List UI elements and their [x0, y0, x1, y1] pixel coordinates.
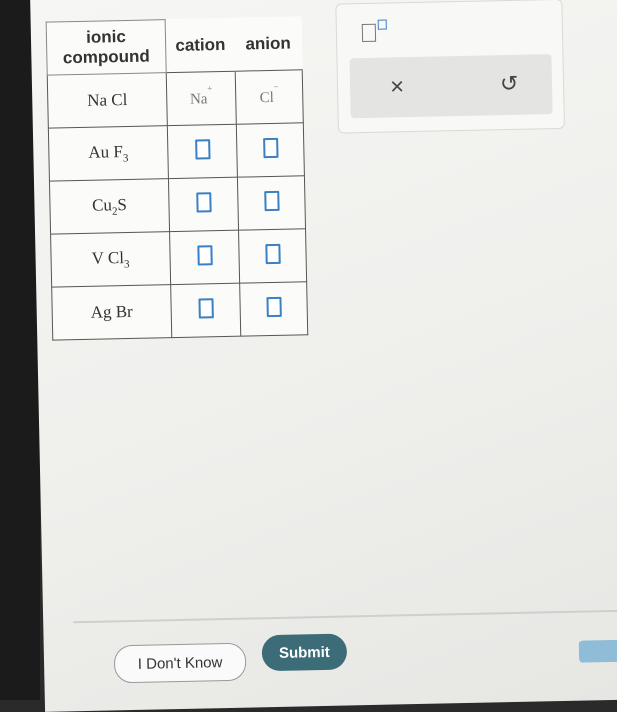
header-anion: anion — [234, 16, 303, 72]
ions-table: ionic compound cation anion Na Cl Na+ Cl− A… — [45, 16, 309, 341]
anion-input-box[interactable] — [263, 190, 280, 211]
anion-cell[interactable] — [237, 175, 306, 231]
compound-formula: Ag Br — [90, 301, 133, 322]
dont-know-button[interactable]: I Don't Know — [113, 642, 247, 684]
anion-cell[interactable] — [236, 122, 305, 178]
compound-cell: V Cl3 — [50, 231, 171, 288]
clear-icon[interactable]: × — [390, 73, 405, 101]
superscript-box-icon[interactable] — [361, 19, 387, 47]
anion-input-box[interactable] — [265, 296, 282, 317]
divider — [73, 609, 617, 624]
cation-input-box[interactable] — [196, 244, 213, 266]
header-compound-line1: ionic — [85, 27, 126, 47]
cation-cell[interactable] — [168, 177, 239, 232]
header-ionic-compound: ionic compound — [46, 19, 167, 76]
compound-formula: V Cl3 — [91, 247, 130, 271]
toolbar-actions: × ↺ — [349, 54, 553, 119]
screen: ionic compound cation anion Na Cl Na+ Cl− A… — [30, 0, 617, 712]
table-row: Na Cl Na+ Cl− — [47, 69, 304, 129]
undo-icon[interactable]: ↺ — [500, 71, 519, 97]
table-row: V Cl3 — [50, 228, 307, 288]
cation-cell[interactable] — [170, 283, 241, 338]
table-row: Au F3 — [48, 122, 305, 182]
table-row: Cu2S — [49, 175, 306, 235]
submit-button[interactable]: Submit — [261, 633, 348, 672]
cation-cell[interactable] — [167, 124, 238, 179]
header-cation: cation — [165, 18, 236, 73]
cation-input-box[interactable] — [194, 138, 211, 160]
cation-cell: Na+ — [166, 71, 237, 126]
anion-input-box[interactable] — [264, 243, 281, 264]
compound-formula: Au F3 — [88, 141, 129, 165]
anion-cell: Cl− — [235, 69, 304, 125]
cation-input-box[interactable] — [197, 297, 214, 319]
side-strip — [578, 638, 617, 663]
cation-value: Na+ — [189, 82, 213, 108]
compound-cell: Au F3 — [48, 125, 169, 182]
anion-input-box[interactable] — [262, 137, 279, 158]
table-row: Ag Br — [51, 281, 308, 341]
header-compound-line2: compound — [62, 46, 151, 68]
compound-cell: Cu2S — [49, 178, 170, 235]
compound-formula: Cu2S — [91, 194, 128, 218]
compound-formula: Na Cl — [87, 89, 128, 110]
compound-cell: Na Cl — [47, 72, 168, 129]
anion-value: Cl− — [259, 81, 279, 106]
cation-cell[interactable] — [169, 230, 240, 285]
compound-cell: Ag Br — [51, 284, 172, 341]
cation-input-box[interactable] — [195, 191, 212, 213]
anion-cell[interactable] — [238, 228, 307, 284]
anion-cell[interactable] — [239, 281, 308, 337]
math-toolbar: × ↺ — [335, 0, 565, 134]
